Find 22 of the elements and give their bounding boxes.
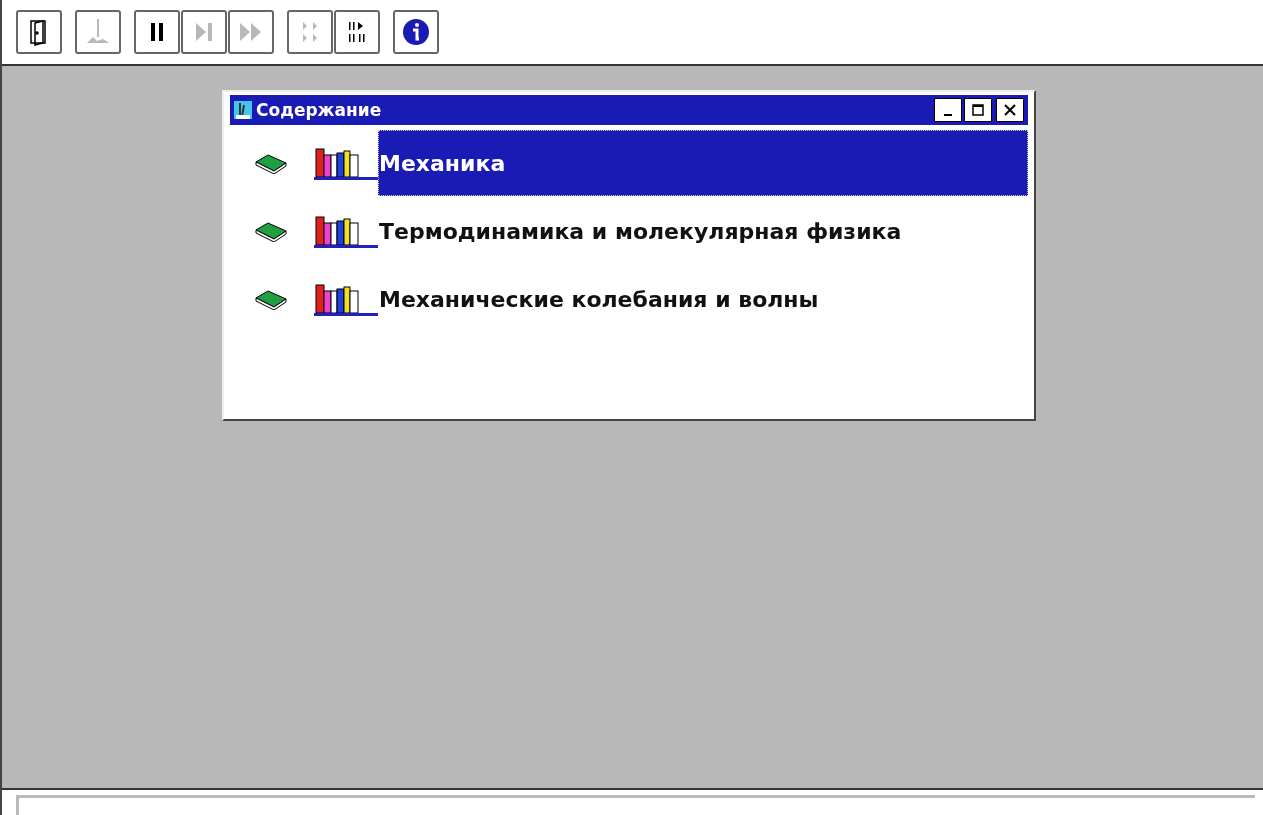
- app-icon: [234, 101, 252, 119]
- topic-item[interactable]: Механические колебания и волны: [378, 271, 1028, 327]
- close-button[interactable]: [996, 98, 1024, 122]
- info-icon: [401, 17, 431, 47]
- exit-button[interactable]: [16, 10, 62, 54]
- window-title: Содержание: [256, 100, 382, 120]
- bookshelf-icon: [314, 145, 378, 181]
- bookshelf-icon: [314, 213, 378, 249]
- bars-play-button[interactable]: [334, 10, 380, 54]
- maximize-icon: [972, 104, 984, 116]
- topic-item[interactable]: Механика: [378, 130, 1028, 196]
- book-icon: [254, 220, 288, 242]
- close-icon: [1004, 104, 1016, 116]
- minimize-icon: [944, 114, 952, 116]
- book-icon: [254, 152, 288, 174]
- book-icon: [254, 288, 288, 310]
- minimize-button[interactable]: [934, 98, 962, 122]
- bookshelf-icon: [314, 281, 378, 317]
- maximize-button[interactable]: [964, 98, 992, 122]
- info-button[interactable]: [393, 10, 439, 54]
- topic-item[interactable]: Термодинамика и молекулярная физика: [378, 203, 1028, 259]
- pause-button[interactable]: [134, 10, 180, 54]
